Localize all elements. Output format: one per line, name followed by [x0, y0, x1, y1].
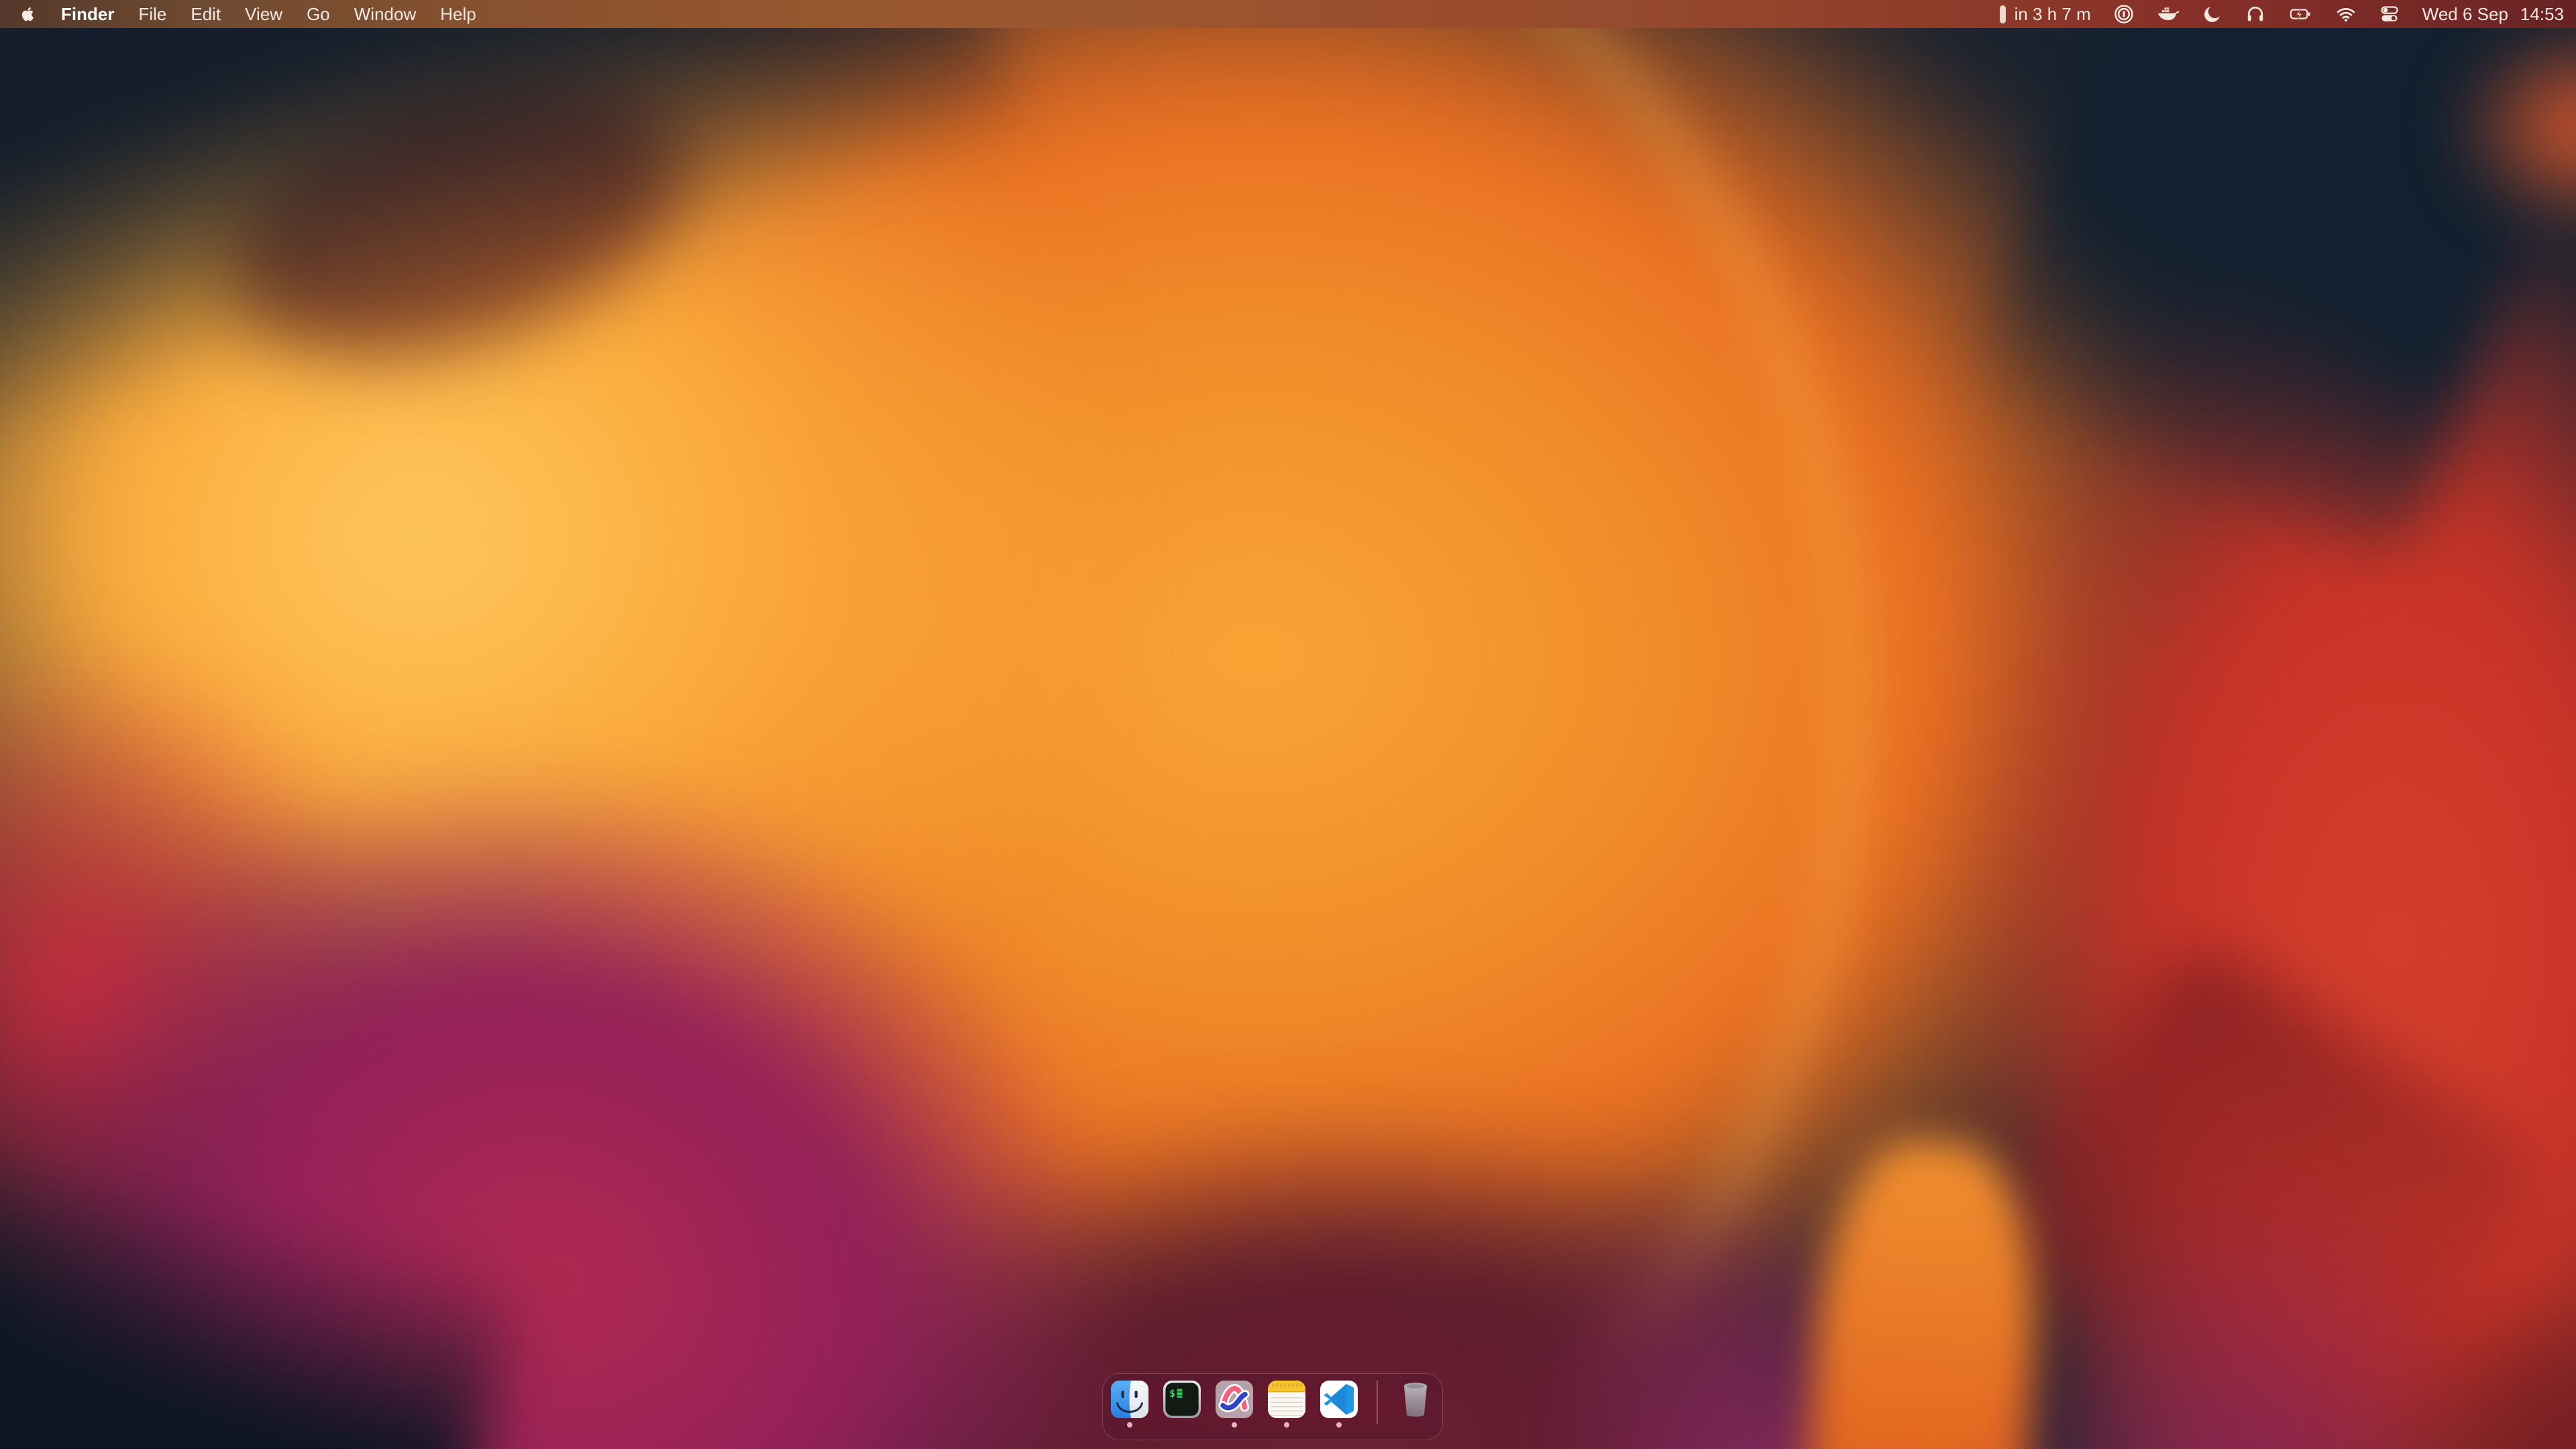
focus-moon-icon	[2202, 4, 2222, 24]
menu-bar: Finder File Edit View Go Window Help in …	[0, 0, 2576, 28]
menu-item-go[interactable]: Go	[307, 4, 330, 25]
clock-date: Wed 6 Sep	[2422, 4, 2508, 25]
app-menu-finder[interactable]: Finder	[61, 4, 114, 25]
arc-icon	[1216, 1381, 1253, 1418]
trash-icon	[1398, 1381, 1433, 1418]
desktop: Finder File Edit View Go Window Help in …	[0, 0, 2576, 1449]
dock-item-trash[interactable]	[1397, 1381, 1434, 1428]
notes-icon	[1268, 1381, 1305, 1418]
dock-item-finder[interactable]	[1111, 1381, 1148, 1428]
docker-icon	[2157, 5, 2180, 23]
running-indicator	[1127, 1422, 1132, 1428]
wifi-icon	[2335, 4, 2357, 24]
1password-icon	[2114, 4, 2134, 24]
status-wifi[interactable]	[2335, 4, 2357, 24]
event-indicator-icon	[2000, 5, 2006, 23]
terminal-prompt: $	[1169, 1387, 1175, 1399]
apple-icon	[19, 4, 37, 24]
dock-separator	[1377, 1381, 1378, 1424]
dock-item-terminal[interactable]: $	[1163, 1381, 1201, 1428]
calendar-event-item[interactable]: in 3 h 7 m	[2000, 4, 2091, 25]
dock-item-arc[interactable]	[1216, 1381, 1253, 1428]
menu-item-help[interactable]: Help	[440, 4, 476, 25]
dock: $	[1102, 1373, 1443, 1440]
terminal-icon: $	[1163, 1381, 1201, 1418]
running-indicator	[1232, 1422, 1237, 1428]
dock-item-notes[interactable]	[1268, 1381, 1305, 1428]
headphones-icon	[2245, 4, 2265, 24]
wallpaper	[0, 0, 2576, 1449]
status-docker[interactable]	[2157, 5, 2180, 23]
menu-item-file[interactable]: File	[138, 4, 166, 25]
clock-time: 14:53	[2520, 4, 2564, 25]
battery-charging-icon	[2288, 4, 2312, 24]
running-indicator	[1284, 1422, 1289, 1428]
menu-item-view[interactable]: View	[245, 4, 282, 25]
status-focus[interactable]	[2202, 4, 2222, 24]
dock-item-vscode[interactable]	[1320, 1381, 1358, 1428]
event-countdown-label: in 3 h 7 m	[2015, 4, 2091, 25]
vscode-icon	[1320, 1381, 1358, 1418]
status-headphones[interactable]	[2245, 4, 2265, 24]
menu-bar-clock[interactable]: Wed 6 Sep 14:53	[2422, 4, 2564, 25]
apple-menu[interactable]	[19, 4, 37, 24]
status-1password[interactable]	[2114, 4, 2134, 24]
menu-item-window[interactable]: Window	[354, 4, 416, 25]
control-center-icon	[2379, 4, 2400, 24]
running-indicator	[1336, 1422, 1342, 1428]
finder-icon	[1111, 1381, 1148, 1418]
menu-item-edit[interactable]: Edit	[191, 4, 221, 25]
status-battery[interactable]	[2288, 4, 2312, 24]
status-control-center[interactable]	[2379, 4, 2400, 24]
